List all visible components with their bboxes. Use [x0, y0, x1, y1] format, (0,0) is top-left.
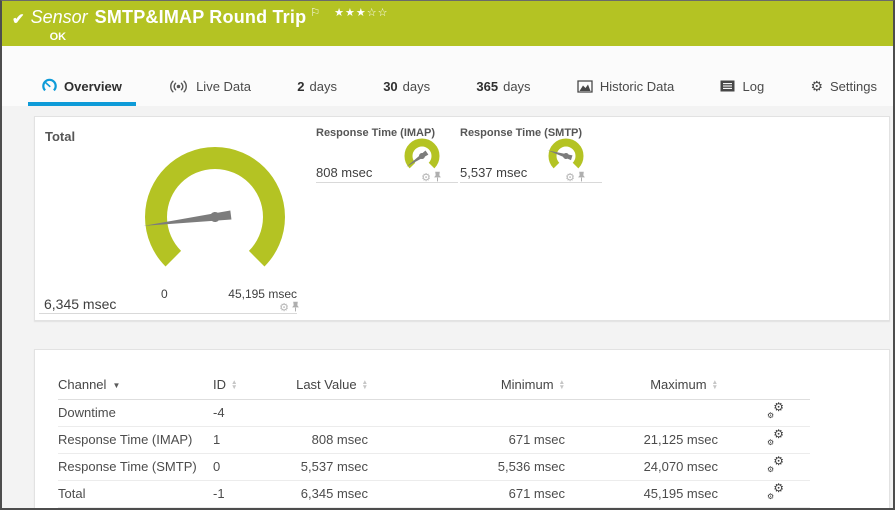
sensor-status-badge: OK	[49, 31, 67, 43]
channel-settings-icon[interactable]: ⚙ ⚙	[767, 455, 784, 474]
tab-label: Settings	[830, 78, 877, 94]
tab-label: Historic Data	[599, 78, 675, 94]
maximum-cell: 21,125 msec	[565, 426, 718, 454]
stars-filled[interactable]: ★★★	[334, 7, 367, 19]
tab-365-days[interactable]: 365 days	[462, 66, 544, 106]
channel-settings-icon[interactable]: ⚙ ⚙	[767, 428, 784, 447]
channel-name-cell: Response Time (IMAP)	[58, 426, 213, 454]
tab-label: days	[503, 78, 531, 94]
tab-number: 365	[476, 78, 499, 94]
total-gauge	[143, 146, 285, 267]
smtp-gauge-panel: Response Time (SMTP) 5,537 msec ⚙	[460, 125, 602, 183]
column-header-edit	[718, 370, 810, 400]
ok-check-icon: ✔	[12, 11, 25, 28]
tab-label: days	[309, 78, 337, 94]
sort-icons: ▲ ▼	[711, 378, 718, 392]
column-header-maximum[interactable]: Maximum ▲ ▼	[565, 370, 718, 400]
total-current-value: 6,345 msec	[44, 296, 117, 312]
sensor-header: ✔ Sensor SMTP&IMAP Round Trip ⚐ ★★★☆☆ OK	[2, 1, 893, 46]
overview-content: Total 0 45,195 msec 6,345 msec ⚙ Respons…	[2, 106, 893, 508]
gauge-min-label: 0	[161, 287, 168, 301]
channel-name-cell: Downtime	[58, 399, 213, 427]
minimum-cell: 671 msec	[368, 480, 565, 508]
panel-gear-icon[interactable]: ⚙	[565, 172, 575, 184]
column-header-id[interactable]: ID ▲ ▼	[213, 370, 273, 400]
table-row[interactable]: Response Time (IMAP) 1 808 msec 671 msec…	[58, 426, 810, 454]
tab-overview[interactable]: Overview	[28, 66, 136, 106]
channel-settings-icon[interactable]: ⚙ ⚙	[767, 401, 784, 420]
tab-settings[interactable]: ⚙ Settings	[796, 66, 891, 106]
stars-empty[interactable]: ☆☆	[367, 7, 389, 19]
gauge-arc	[145, 146, 285, 267]
table-row[interactable]: Downtime -4 ⚙ ⚙	[58, 399, 810, 427]
last-value-cell: 5,537 msec	[273, 453, 368, 481]
tab-2-days[interactable]: 2 days	[283, 66, 351, 106]
column-header-minimum[interactable]: Minimum ▲ ▼	[368, 370, 565, 400]
sort-icons: ▲ ▼	[361, 378, 368, 392]
column-header-channel[interactable]: Channel ▼	[58, 370, 213, 400]
channels-table: Channel ▼ ID ▲ ▼ Last Value ▲ ▼ Minimum ▲ ▼ Max…	[58, 370, 810, 508]
tab-label: days	[402, 78, 431, 94]
tab-label: Overview	[64, 78, 122, 94]
prtg-window: ✔ Sensor SMTP&IMAP Round Trip ⚐ ★★★☆☆ OK…	[0, 0, 895, 510]
panel-title: Total	[45, 129, 76, 144]
tab-number: 2	[297, 78, 305, 94]
gauge-icon	[42, 78, 57, 94]
table-row[interactable]: Response Time (SMTP) 0 5,537 msec 5,536 …	[58, 453, 810, 481]
tab-log[interactable]: Log	[706, 66, 778, 106]
tab-historic-data[interactable]: Historic Data	[563, 66, 688, 106]
last-value-cell	[273, 399, 368, 427]
imap-current-value: 808 msec	[316, 165, 373, 180]
channel-settings-icon[interactable]: ⚙ ⚙	[767, 482, 784, 501]
minimum-cell: 5,536 msec	[368, 453, 565, 481]
channels-card: Channel ▼ ID ▲ ▼ Last Value ▲ ▼ Minimum ▲ ▼ Max…	[34, 349, 890, 508]
minimum-cell	[368, 399, 565, 427]
panel-pin-icon[interactable]	[433, 169, 442, 187]
panel-gear-icon[interactable]: ⚙	[421, 172, 431, 184]
maximum-cell: 24,070 msec	[565, 453, 718, 481]
tab-number: 30	[383, 78, 398, 94]
tab-label: Live Data	[196, 78, 251, 94]
panel-pin-icon[interactable]	[577, 169, 586, 187]
panel-pin-icon[interactable]	[291, 299, 300, 317]
settings-gear-icon: ⚙	[810, 78, 823, 94]
imap-gauge-panel: Response Time (IMAP) 808 msec ⚙	[316, 125, 458, 183]
total-gauge-panel: Total 0 45,195 msec 6,345 msec ⚙	[39, 125, 300, 317]
broadcast-icon	[168, 79, 189, 94]
log-list-icon	[720, 80, 735, 92]
column-header-last-value[interactable]: Last Value ▲ ▼	[273, 370, 368, 400]
sort-desc-icon: ▼	[112, 380, 121, 390]
sort-icons: ▲ ▼	[231, 378, 238, 392]
minimum-cell: 671 msec	[368, 426, 565, 454]
channel-name-cell: Response Time (SMTP)	[58, 453, 213, 481]
channel-id-cell: 0	[213, 453, 273, 481]
sort-icons: ▲ ▼	[558, 378, 565, 392]
tab-bar: Overview Live Data 2 days 30 days 365 da…	[2, 46, 893, 106]
maximum-cell	[565, 399, 718, 427]
panel-gear-icon[interactable]: ⚙	[279, 302, 289, 314]
channel-id-cell: 1	[213, 426, 273, 454]
sensor-title: SMTP&IMAP Round Trip	[94, 7, 307, 27]
channel-id-cell: -4	[213, 399, 273, 427]
smtp-current-value: 5,537 msec	[460, 165, 528, 180]
tab-label: Log	[742, 78, 765, 94]
channel-name-cell: Total	[58, 480, 213, 508]
gauges-card: Total 0 45,195 msec 6,345 msec ⚙ Respons…	[34, 116, 890, 321]
priority-stars[interactable]: ★★★☆☆	[334, 6, 388, 19]
flag-icon[interactable]: ⚐	[310, 6, 320, 19]
last-value-cell: 808 msec	[273, 426, 368, 454]
tab-30-days[interactable]: 30 days	[369, 66, 444, 106]
maximum-cell: 45,195 msec	[565, 480, 718, 508]
channel-id-cell: -1	[213, 480, 273, 508]
table-row[interactable]: Total -1 6,345 msec 671 msec 45,195 msec…	[58, 480, 810, 508]
last-value-cell: 6,345 msec	[273, 480, 368, 508]
table-header-row: Channel ▼ ID ▲ ▼ Last Value ▲ ▼ Minimum ▲ ▼ Max…	[58, 370, 810, 400]
tab-live-data[interactable]: Live Data	[154, 66, 265, 106]
object-kind-label: Sensor	[30, 7, 88, 27]
area-chart-icon	[577, 79, 593, 93]
